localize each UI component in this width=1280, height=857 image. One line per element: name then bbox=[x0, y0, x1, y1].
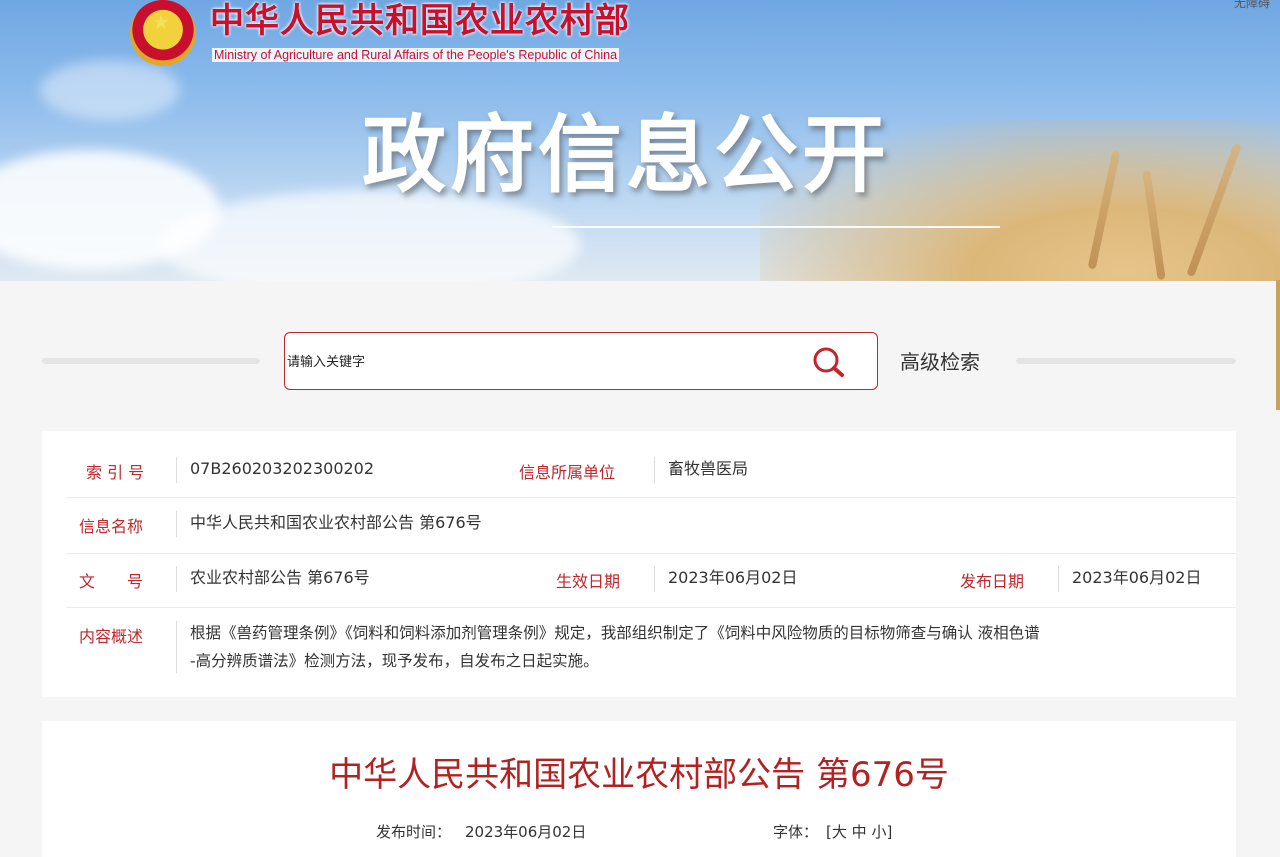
cloud-decoration bbox=[40, 60, 180, 120]
row-separator bbox=[66, 553, 1236, 554]
publish-time-label: 发布时间： bbox=[376, 823, 452, 841]
divider bbox=[176, 621, 177, 673]
row-separator bbox=[66, 607, 1236, 608]
search-box bbox=[284, 332, 878, 390]
divider bbox=[176, 457, 177, 483]
national-emblem-icon[interactable] bbox=[130, 0, 196, 66]
divider bbox=[1058, 566, 1059, 592]
font-small-button[interactable]: 小 bbox=[871, 823, 886, 841]
scrollbar-thumb[interactable] bbox=[1276, 280, 1280, 410]
publish-date-label: 发布日期 bbox=[960, 572, 1025, 591]
advanced-search-link[interactable]: 高级检索 bbox=[900, 346, 980, 375]
summary-line-2: -高分辨质谱法》检测方法，现予发布，自发布之日起实施。 bbox=[190, 652, 599, 670]
banner-title-underline bbox=[552, 226, 1000, 228]
doc-number-value: 农业农村部公告 第676号 bbox=[190, 568, 370, 587]
publish-time-value: 2023年06月02日 bbox=[465, 823, 587, 841]
font-size-label: 字体： bbox=[773, 823, 819, 841]
effective-date-value: 2023年06月02日 bbox=[668, 568, 798, 587]
divider bbox=[654, 566, 655, 592]
divider bbox=[654, 457, 655, 483]
article-card: 中华人民共和国农业农村部公告 第676号 发布时间： 2023年06月02日 字… bbox=[42, 721, 1236, 857]
divider bbox=[176, 566, 177, 592]
search-icon[interactable] bbox=[809, 345, 849, 379]
font-size-options: [大 中 小] bbox=[826, 821, 892, 842]
unit-label: 信息所属单位 bbox=[519, 463, 616, 482]
accessibility-link[interactable]: 无障碍 bbox=[1234, 0, 1270, 11]
summary-label: 内容概述 bbox=[79, 627, 144, 646]
name-value: 中华人民共和国农业农村部公告 第676号 bbox=[190, 513, 482, 532]
search-divider-right bbox=[1016, 358, 1236, 364]
search-input[interactable] bbox=[287, 351, 787, 373]
font-bracket-close: ] bbox=[886, 823, 893, 841]
summary-line-1: 根据《兽药管理条例》《饲料和饲料添加剂管理条例》规定，我部组织制定了《饲料中风险… bbox=[190, 624, 1040, 642]
info-table: 索 引 号 07B260203202300202 信息所属单位 畜牧兽医局 信息… bbox=[42, 431, 1236, 697]
row-separator bbox=[66, 497, 1236, 498]
effective-date-label: 生效日期 bbox=[556, 572, 621, 591]
doc-number-label: 文 号 bbox=[79, 572, 144, 591]
unit-value: 畜牧兽医局 bbox=[668, 459, 749, 478]
index-label: 索 引 号 bbox=[86, 463, 145, 482]
divider bbox=[176, 511, 177, 537]
publish-date-value: 2023年06月02日 bbox=[1072, 568, 1202, 587]
font-large-button[interactable]: 大 bbox=[832, 823, 847, 841]
search-divider-left bbox=[42, 358, 260, 364]
index-value: 07B260203202300202 bbox=[190, 459, 375, 478]
name-label: 信息名称 bbox=[79, 517, 144, 536]
ministry-name-en[interactable]: Ministry of Agriculture and Rural Affair… bbox=[212, 48, 620, 62]
article-title: 中华人民共和国农业农村部公告 第676号 bbox=[329, 755, 949, 795]
header-banner: 中华人民共和国农业农村部 Ministry of Agriculture and… bbox=[0, 0, 1280, 281]
font-medium-button[interactable]: 中 bbox=[852, 823, 867, 841]
banner-title: 政府信息公开 bbox=[362, 106, 891, 204]
ministry-name-cn[interactable]: 中华人民共和国农业农村部 bbox=[210, 0, 630, 42]
